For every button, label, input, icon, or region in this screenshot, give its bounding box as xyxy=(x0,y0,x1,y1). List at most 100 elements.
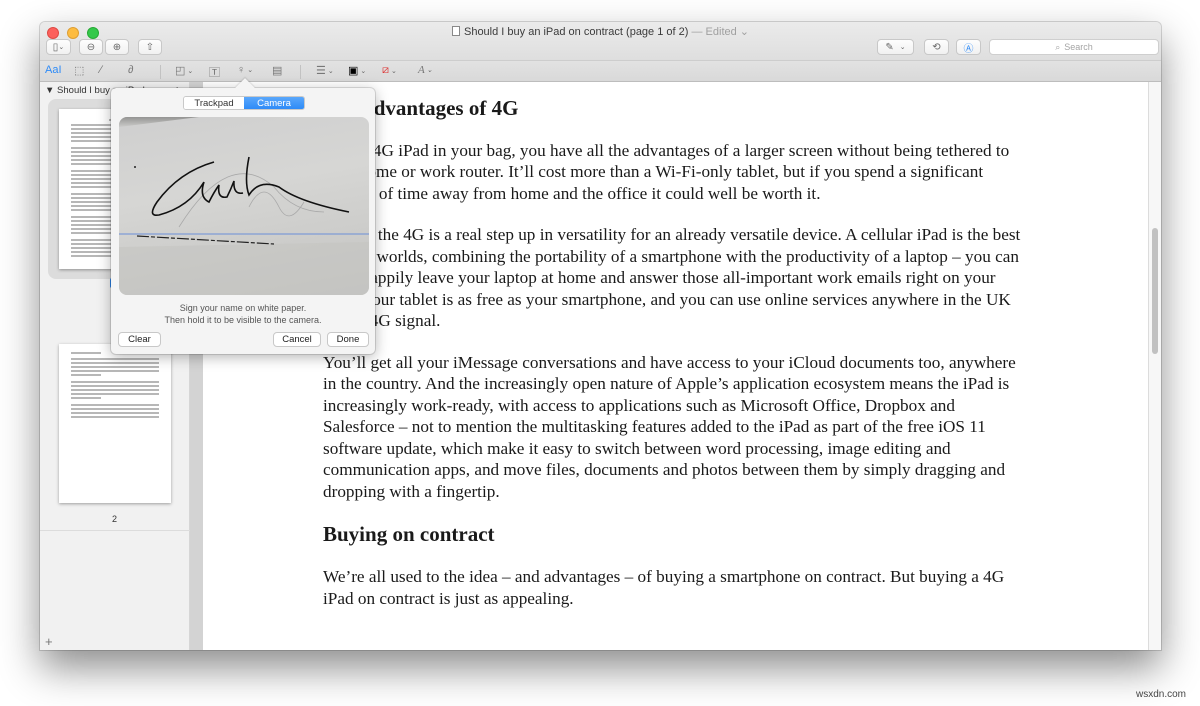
text-box-tool[interactable]: 🅃 xyxy=(209,64,220,80)
chevron-down-icon: ⌄ xyxy=(327,67,334,75)
watermark: wsxdn.com xyxy=(1135,689,1186,700)
zoom-in-button[interactable]: ⊕ xyxy=(105,39,129,55)
rect-select-icon: ⬚ xyxy=(74,65,85,77)
share-icon: ⇧ xyxy=(145,41,155,53)
thumbnail-text-line xyxy=(71,393,159,395)
pen-icon: ✎ xyxy=(885,41,894,53)
sketch-icon: ∕ xyxy=(100,64,102,76)
paragraph: We’re all used to the idea – and advanta… xyxy=(323,567,1005,608)
rotate-button[interactable]: ⟲ xyxy=(924,39,949,55)
toolbar-divider xyxy=(300,65,301,79)
chevron-down-icon: ⌄ xyxy=(391,67,397,75)
search-icon: ⌕ xyxy=(1055,41,1061,52)
signature-instructions: Sign your name on white paper. Then hold… xyxy=(111,302,375,326)
sketch-tool[interactable]: ∕ xyxy=(100,64,102,76)
thumbnail-text-line xyxy=(71,366,159,368)
rotate-icon: ⟲ xyxy=(932,41,941,53)
thumbnail-text-line xyxy=(71,408,159,410)
shapes-icon: ◰ xyxy=(175,65,186,77)
chevron-down-icon: ⌄ xyxy=(247,67,254,74)
cancel-button[interactable]: Cancel xyxy=(273,332,321,347)
signature-tool[interactable]: ♀ ⌄ xyxy=(237,64,253,76)
rect-select-tool[interactable]: ⬚ xyxy=(74,64,84,77)
paragraph: With a 4G iPad in your bag, you have all… xyxy=(323,140,1010,203)
page-number-2: 2 xyxy=(112,514,118,524)
camera-preview xyxy=(119,117,369,295)
signature-icon: ♀ xyxy=(237,64,246,76)
tab-trackpad[interactable]: Trackpad xyxy=(184,97,244,109)
page-thumbnail-2[interactable] xyxy=(59,344,171,503)
border-color-icon: ▣ xyxy=(348,65,359,77)
signature-source-tabs: Trackpad Camera xyxy=(183,96,305,110)
thumbnail-text-line xyxy=(71,385,159,387)
markup-toolbar-button[interactable]: Ⓐ xyxy=(956,39,981,55)
done-button[interactable]: Done xyxy=(327,332,369,347)
thumbnail-text-line xyxy=(71,404,159,406)
thumbnail-text-line xyxy=(71,209,111,211)
section-heading: The advantages of 4G xyxy=(323,95,519,120)
window-title-text: Should I buy an iPad on contract (page 1… xyxy=(463,26,689,38)
thumbnail-text-line xyxy=(71,358,159,360)
line-style-icon: ☰ xyxy=(316,65,326,77)
fill-color-icon: ⧄ xyxy=(382,64,389,76)
chevron-down-icon: ⌄ xyxy=(58,44,65,51)
thumbnail-text-line xyxy=(71,370,159,372)
signature-capture-image xyxy=(119,117,369,295)
signature-popover: Trackpad Camera Sign your name on white … xyxy=(111,78,375,354)
window-title: Should I buy an iPad on contract (page 1… xyxy=(40,25,1161,38)
tab-camera[interactable]: Camera xyxy=(244,97,304,109)
font-style-icon: A xyxy=(418,64,425,76)
instruction-line-2: Then hold it to be visible to the camera… xyxy=(164,315,322,325)
thumbnail-text-line xyxy=(71,163,111,165)
draw-tool[interactable]: ∂ xyxy=(128,64,133,76)
thumbnail-text-line xyxy=(71,362,159,364)
paragraph: Having the 4G is a real step up in versa… xyxy=(323,225,1021,330)
thumbnail-text-line xyxy=(71,140,111,142)
fill-color-tool[interactable]: ⧄ ⌄ xyxy=(382,64,397,77)
thumbnail-text-line xyxy=(71,374,101,376)
draw-icon: ∂ xyxy=(128,64,134,76)
search-field[interactable]: ⌕ Search xyxy=(989,39,1159,55)
border-color-tool[interactable]: ▣ ⌄ xyxy=(348,64,366,77)
document-scrollbar[interactable] xyxy=(1148,82,1161,650)
document-icon xyxy=(451,26,460,36)
paragraph: You’ll get all your iMessage conversatio… xyxy=(323,352,1016,501)
search-placeholder: Search xyxy=(1064,42,1093,52)
zoom-out-button[interactable]: ⊖ xyxy=(79,39,103,55)
thumbnail-text-line xyxy=(71,389,159,391)
sidebar-toggle-button[interactable]: ▯ ⌄ xyxy=(46,39,71,55)
sidebar-divider xyxy=(40,530,190,531)
toolbar-divider xyxy=(160,65,161,79)
note-tool[interactable]: ▤ xyxy=(272,64,282,77)
chevron-down-icon: ⌄ xyxy=(736,26,750,38)
chevron-down-icon: ⌄ xyxy=(899,44,906,51)
thumbnail-text-line xyxy=(71,255,111,257)
thumbnail-text-line xyxy=(71,232,111,234)
edited-label[interactable]: — Edited xyxy=(691,26,736,38)
markup-icon: Ⓐ xyxy=(963,43,974,55)
chevron-down-icon: ⌄ xyxy=(187,67,194,75)
zoom-in-icon: ⊕ xyxy=(112,41,122,53)
text-selection-tool[interactable]: AaI xyxy=(45,64,62,76)
zoom-out-icon: ⊖ xyxy=(86,41,96,53)
share-button[interactable]: ⇧ xyxy=(138,39,162,55)
disclosure-triangle-icon: ▼ xyxy=(45,85,55,96)
line-style-tool[interactable]: ☰ ⌄ xyxy=(316,64,334,77)
clear-button[interactable]: Clear xyxy=(118,332,161,347)
thumbnail-text-line xyxy=(71,412,159,414)
note-icon: ▤ xyxy=(272,65,283,77)
instruction-line-1: Sign your name on white paper. xyxy=(179,303,307,313)
add-page-button[interactable]: + xyxy=(45,634,53,649)
text-box-icon: 🅃 xyxy=(209,67,220,79)
thumbnail-text-line xyxy=(71,381,159,383)
scrollbar-thumb[interactable] xyxy=(1152,228,1158,354)
thumbnail-text-line xyxy=(71,352,101,354)
shapes-tool[interactable]: ◰ ⌄ xyxy=(175,64,193,77)
thumbnail-text-line xyxy=(71,416,159,418)
thumbnail-text-line xyxy=(71,397,101,399)
pen-button[interactable]: ✎ ⌄ xyxy=(877,39,914,55)
section-heading: Buying on contract xyxy=(323,522,495,546)
markup-toolbar: AaI ⬚ ∕ ∂ ◰ ⌄ 🅃 ♀ ⌄ ▤ ☰ ⌄ ▣ ⌄ ⧄ ⌄ A ⌄ xyxy=(40,60,1161,82)
font-style-tool[interactable]: A ⌄ xyxy=(418,64,433,76)
chevron-down-icon: ⌄ xyxy=(426,66,433,74)
